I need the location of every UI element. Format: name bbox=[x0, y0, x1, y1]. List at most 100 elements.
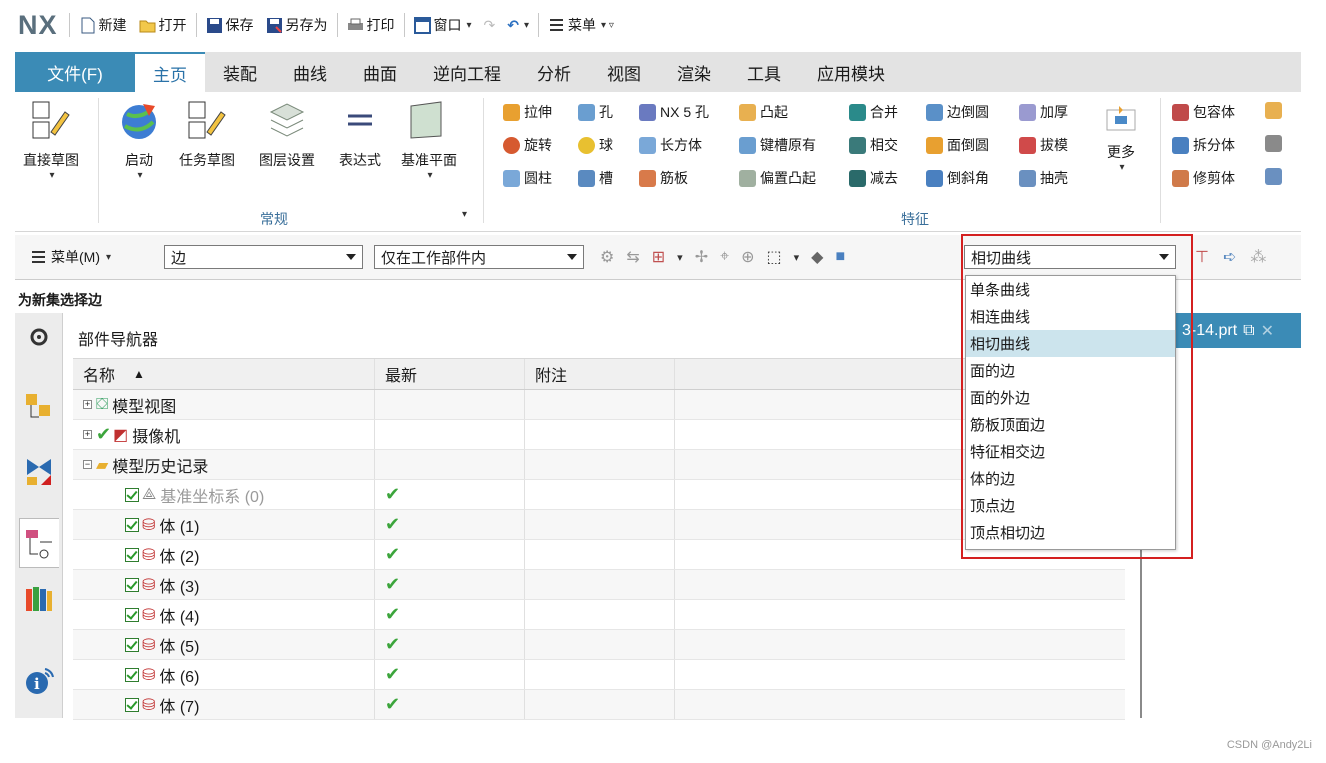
option-vertex-edges[interactable]: 顶点边 bbox=[966, 492, 1175, 519]
column-header-name[interactable]: 名称 ▲ bbox=[73, 359, 375, 389]
undo-button[interactable]: ↶ ▾ bbox=[501, 17, 535, 34]
option-feature-intersection-edges[interactable]: 特征相交边 bbox=[966, 438, 1175, 465]
tab-surface[interactable]: 曲面 bbox=[345, 52, 415, 92]
column-header-notes[interactable]: 附注 bbox=[525, 359, 675, 389]
redo-button[interactable]: ↷ bbox=[478, 17, 502, 34]
offset-emboss-button[interactable]: 偏置凸起 bbox=[739, 168, 816, 188]
rectangle-select-icon[interactable]: ⬚ bbox=[767, 247, 782, 267]
datum-plane-button[interactable]: 基准平面 ▾ bbox=[401, 98, 457, 181]
window-button[interactable]: 窗口 ▾ bbox=[408, 15, 478, 35]
slot-legacy-button[interactable]: 键槽原有 bbox=[739, 135, 816, 155]
nx5-hole-button[interactable]: NX 5 孔 bbox=[639, 102, 709, 122]
save-as-button[interactable]: 另存为 bbox=[260, 15, 334, 35]
face-blend-button[interactable]: 面倒圆 bbox=[926, 135, 989, 155]
thicken-button[interactable]: 加厚 bbox=[1019, 102, 1068, 122]
direct-sketch-button[interactable]: 直接草图 ▾ bbox=[23, 98, 79, 181]
edge-blend-button[interactable]: 边倒圆 bbox=[926, 102, 989, 122]
visibility-checkbox[interactable] bbox=[125, 637, 139, 652]
collapse-icon[interactable]: − bbox=[83, 460, 92, 469]
visibility-checkbox[interactable] bbox=[125, 547, 139, 562]
emboss-button[interactable]: 凸起 bbox=[739, 102, 788, 122]
group-options-button[interactable]: ▾ bbox=[460, 209, 467, 220]
expand-icon[interactable]: + bbox=[83, 400, 92, 409]
visibility-checkbox[interactable] bbox=[125, 577, 139, 592]
tree-row-body[interactable]: ⛁ 体 (4) ✔ bbox=[73, 600, 1125, 630]
draft-button[interactable]: 拔模 bbox=[1019, 135, 1068, 155]
menu-button[interactable]: 菜单 ▾ ▿ bbox=[542, 15, 620, 35]
new-button[interactable]: 新建 bbox=[73, 15, 133, 35]
stop-at-intersection-icon[interactable]: ⊤ bbox=[1195, 247, 1209, 267]
visibility-checkbox[interactable] bbox=[125, 487, 139, 502]
chevron-down-icon[interactable]: ▾ bbox=[794, 251, 800, 264]
more-button[interactable]: 更多 ▾ bbox=[1103, 98, 1139, 173]
tab-assembly[interactable]: 装配 bbox=[205, 52, 275, 92]
visibility-checkbox[interactable] bbox=[125, 607, 139, 622]
type-filter-select[interactable]: 边 bbox=[164, 245, 363, 269]
select-face-icon[interactable]: ⌖ bbox=[720, 248, 729, 266]
chamfer-button[interactable]: 倒斜角 bbox=[926, 168, 989, 188]
tab-reverse-engineering[interactable]: 逆向工程 bbox=[415, 52, 519, 92]
curve-rule-select[interactable]: 相切曲线 bbox=[964, 245, 1176, 269]
tree-row-body[interactable]: ⛁ 体 (3) ✔ bbox=[73, 570, 1125, 600]
chain-icon[interactable]: ⁂ bbox=[1250, 247, 1266, 267]
assembly-navigator-icon[interactable] bbox=[23, 391, 55, 423]
option-tangent-curves[interactable]: 相切曲线 bbox=[966, 330, 1175, 357]
solid-select-icon[interactable]: ■ bbox=[835, 248, 845, 266]
selection-rule-icon[interactable]: ⊕ bbox=[741, 247, 754, 267]
tab-file[interactable]: 文件(F) bbox=[15, 52, 135, 92]
shell-button[interactable]: 抽壳 bbox=[1019, 168, 1068, 188]
hole-button[interactable]: 孔 bbox=[578, 102, 613, 122]
tree-row-body[interactable]: ⛁ 体 (5) ✔ bbox=[73, 630, 1125, 660]
select-feature-icon[interactable]: ⚙ bbox=[600, 247, 614, 267]
tab-view[interactable]: 视图 bbox=[589, 52, 659, 92]
overflow-tool-1[interactable] bbox=[1265, 102, 1282, 119]
extrude-button[interactable]: 拉伸 bbox=[503, 102, 552, 122]
chevron-down-icon[interactable]: ▾ bbox=[677, 251, 683, 264]
tab-render[interactable]: 渲染 bbox=[659, 52, 729, 92]
sphere-button[interactable]: 球 bbox=[578, 135, 613, 155]
option-face-outer-edges[interactable]: 面的外边 bbox=[966, 384, 1175, 411]
option-face-edges[interactable]: 面的边 bbox=[966, 357, 1175, 384]
option-connected-curves[interactable]: 相连曲线 bbox=[966, 303, 1175, 330]
subtract-button[interactable]: 减去 bbox=[849, 168, 898, 188]
layer-settings-button[interactable]: 图层设置 bbox=[259, 98, 315, 170]
column-header-latest[interactable]: 最新 bbox=[375, 359, 525, 389]
info-icon[interactable]: i bbox=[23, 665, 55, 697]
cylinder-button[interactable]: 圆柱 bbox=[503, 168, 552, 188]
expand-icon[interactable]: + bbox=[83, 430, 92, 439]
part-navigator-icon[interactable] bbox=[19, 518, 59, 568]
tab-tools[interactable]: 工具 bbox=[729, 52, 799, 92]
groove-button[interactable]: 槽 bbox=[578, 168, 613, 188]
option-single-curve[interactable]: 单条曲线 bbox=[966, 276, 1175, 303]
start-button[interactable]: 启动 ▾ bbox=[117, 98, 161, 181]
visibility-checkbox[interactable] bbox=[125, 697, 139, 712]
tab-applications[interactable]: 应用模块 bbox=[799, 52, 903, 92]
overflow-tool-3[interactable] bbox=[1265, 168, 1282, 185]
snap-point-icon[interactable]: ⊞ bbox=[652, 247, 665, 267]
trim-body-button[interactable]: 修剪体 bbox=[1172, 168, 1235, 188]
intent-icon[interactable]: ✢ bbox=[695, 247, 708, 267]
visibility-checkbox[interactable] bbox=[125, 667, 139, 682]
expression-button[interactable]: 表达式 bbox=[338, 98, 382, 170]
constraint-navigator-icon[interactable] bbox=[23, 455, 55, 487]
follow-fillet-icon[interactable]: ➪ bbox=[1223, 247, 1236, 267]
save-button[interactable]: 保存 bbox=[200, 15, 260, 35]
visibility-checkbox[interactable] bbox=[125, 517, 139, 532]
tree-row-body[interactable]: ⛁ 体 (6) ✔ bbox=[73, 660, 1125, 690]
selection-scope-select[interactable]: 仅在工作部件内 bbox=[374, 245, 584, 269]
tab-home[interactable]: 主页 bbox=[135, 52, 205, 92]
select-direction-icon[interactable]: ⇆ bbox=[626, 247, 639, 267]
option-body-edges[interactable]: 体的边 bbox=[966, 465, 1175, 492]
revolve-button[interactable]: 旋转 bbox=[503, 135, 552, 155]
tab-analysis[interactable]: 分析 bbox=[519, 52, 589, 92]
open-button[interactable]: 打开 bbox=[133, 15, 193, 35]
option-vertex-tangent-edges[interactable]: 顶点相切边 bbox=[966, 519, 1175, 546]
tree-row-body[interactable]: ⛁ 体 (7) ✔ bbox=[73, 690, 1125, 720]
print-button[interactable]: 打印 bbox=[341, 15, 401, 35]
block-button[interactable]: 长方体 bbox=[639, 135, 702, 155]
external-link-icon[interactable]: ⧉ bbox=[1243, 322, 1254, 340]
unite-button[interactable]: 合并 bbox=[849, 102, 898, 122]
file-tab[interactable]: 3-14.prt ⧉ ✕ bbox=[1176, 313, 1301, 348]
tab-curve[interactable]: 曲线 bbox=[275, 52, 345, 92]
split-body-button[interactable]: 拆分体 bbox=[1172, 135, 1235, 155]
